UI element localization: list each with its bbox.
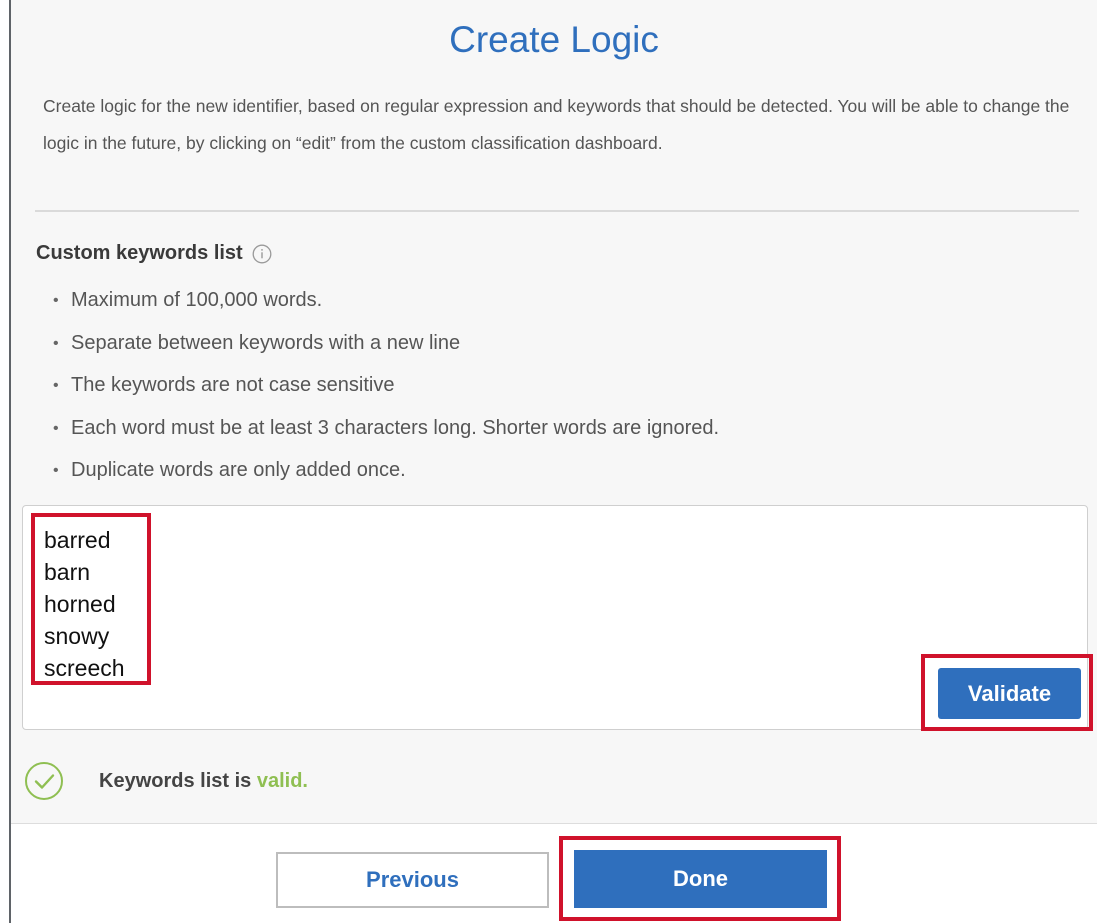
validate-button[interactable]: Validate (938, 668, 1081, 719)
previous-button[interactable]: Previous (276, 852, 549, 908)
rule-item: The keywords are not case sensitive (53, 368, 719, 411)
rule-item: Each word must be at least 3 characters … (53, 411, 719, 454)
check-circle-icon (23, 760, 65, 802)
keyword-line: screech (44, 655, 125, 681)
keywords-section-heading: Custom keywords list (36, 242, 272, 265)
rule-item: Maximum of 100,000 words. (53, 283, 719, 326)
validation-status: Keywords list is valid. (23, 760, 308, 802)
rule-item: Duplicate words are only added once. (53, 453, 719, 496)
keyword-line: snowy (44, 623, 110, 649)
keywords-entered-list: barred barn horned snowy screech (44, 524, 125, 684)
keyword-rules-list: Maximum of 100,000 words. Separate betwe… (53, 283, 719, 496)
section-title: Custom keywords list (36, 242, 243, 264)
intro-description: Create logic for the new identifier, bas… (43, 96, 1070, 153)
dialog-content-area: Create Logic Create logic for the new id… (11, 0, 1097, 824)
done-button[interactable]: Done (574, 850, 827, 908)
rule-item: Separate between keywords with a new lin… (53, 326, 719, 369)
validation-text: Keywords list is (99, 769, 252, 792)
keyword-line: barred (44, 527, 111, 553)
section-divider (35, 210, 1079, 212)
keyword-line: barn (44, 559, 91, 585)
create-logic-dialog: Create Logic Create logic for the new id… (9, 0, 1097, 923)
valid-status-word: valid. (256, 769, 308, 792)
dialog-title: Create Logic (449, 19, 659, 60)
info-circle-icon[interactable] (252, 244, 272, 264)
keyword-line: horned (44, 591, 116, 617)
validation-message: Keywords list is valid. (99, 770, 308, 793)
